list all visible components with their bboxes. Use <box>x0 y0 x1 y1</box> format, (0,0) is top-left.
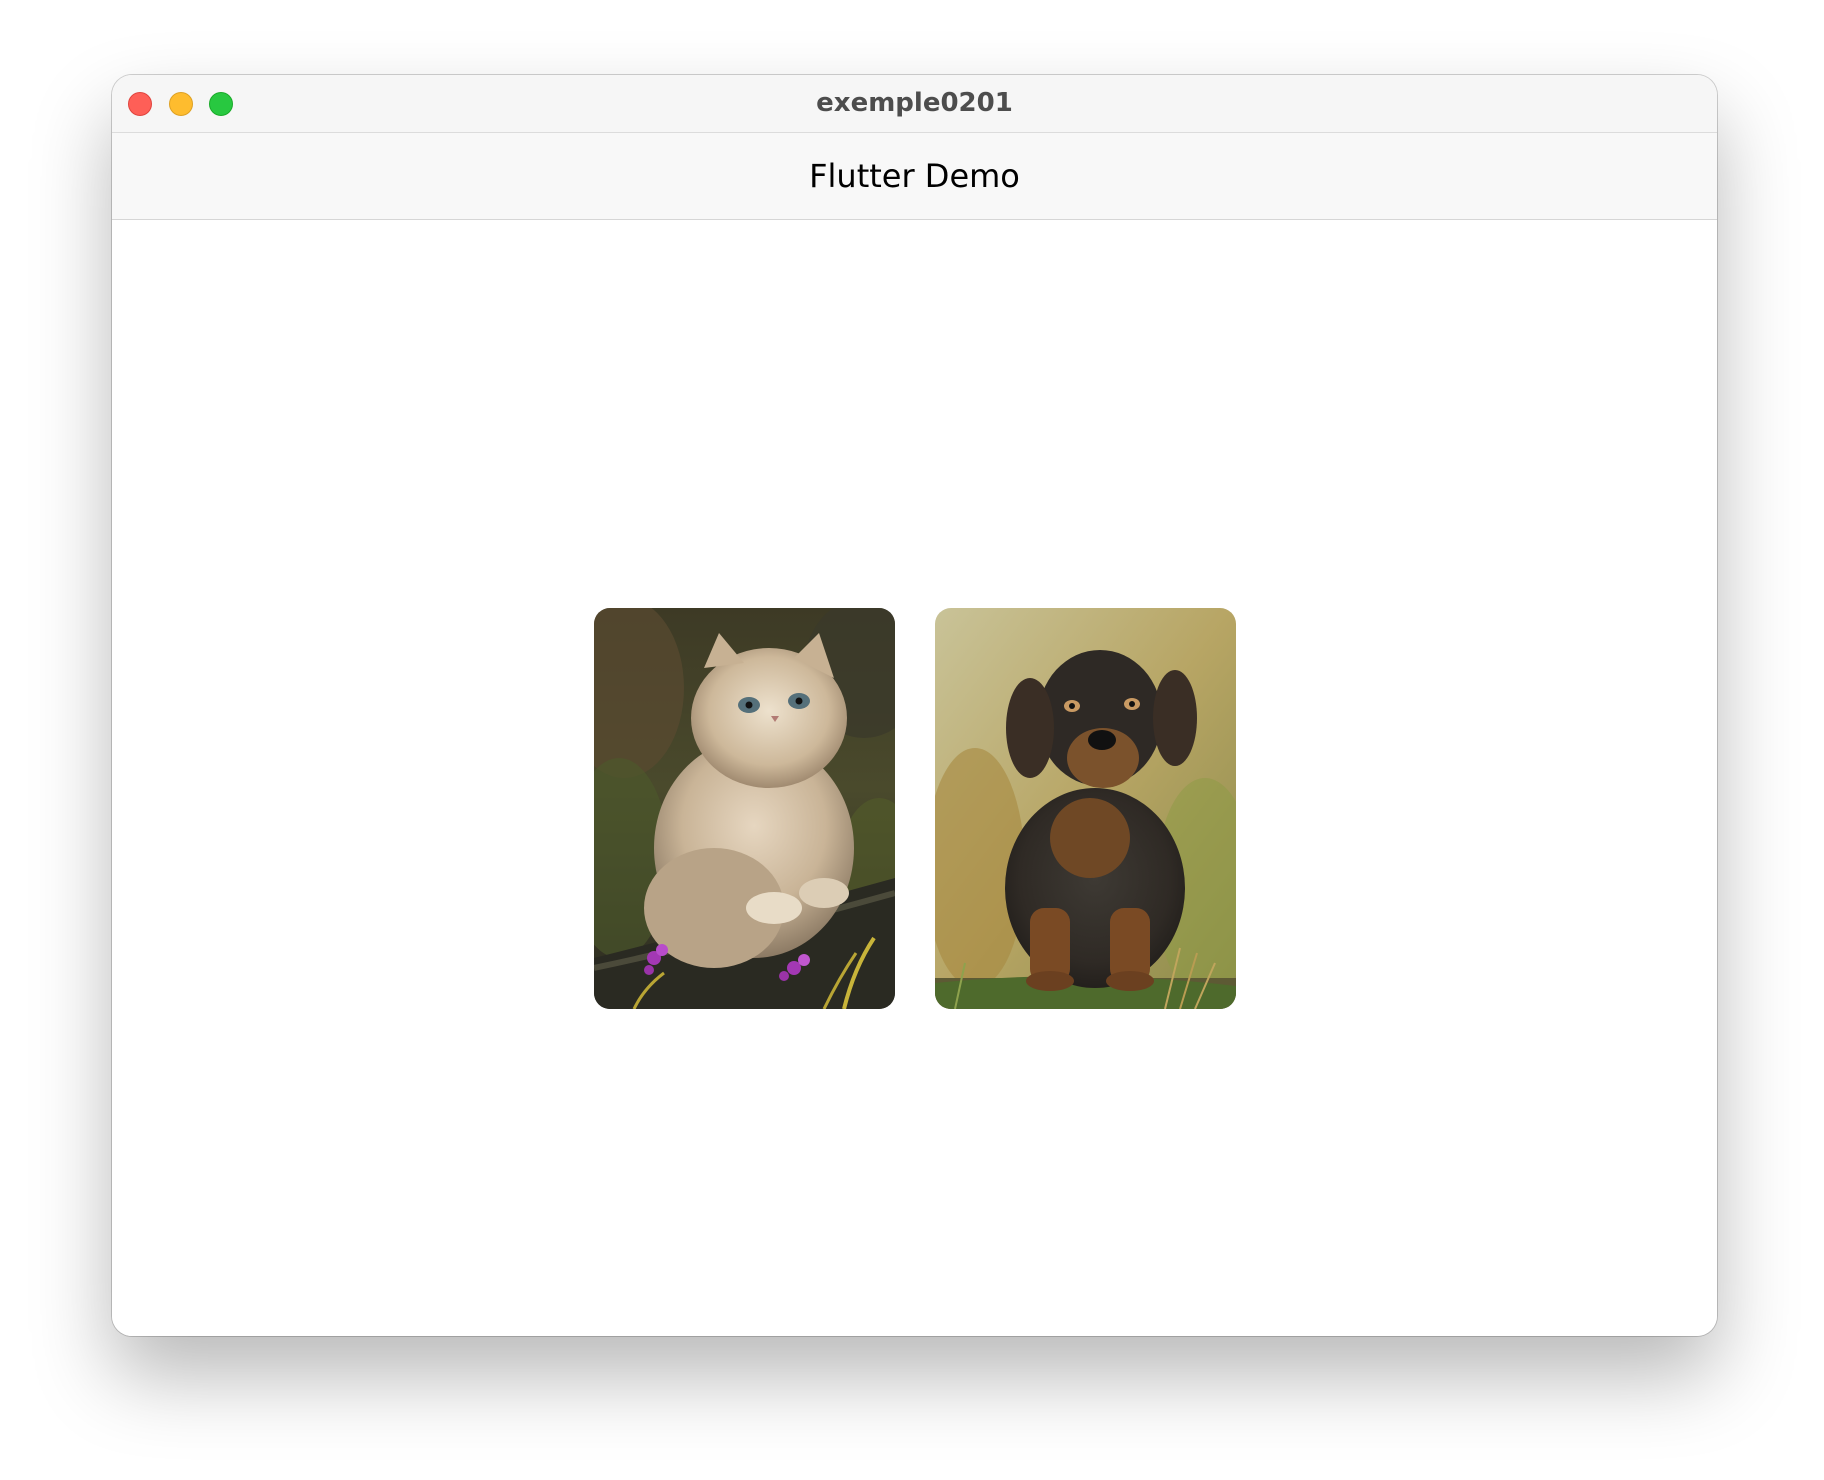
window-title: exemple0201 <box>816 88 1013 118</box>
app-bar: Flutter Demo <box>112 133 1717 220</box>
main-content <box>112 220 1717 1336</box>
app-window: exemple0201 Flutter Demo <box>112 75 1717 1336</box>
app-bar-title: Flutter Demo <box>809 157 1020 195</box>
cat-image <box>594 608 895 1009</box>
dog-image <box>935 608 1236 1009</box>
title-bar[interactable]: exemple0201 <box>112 75 1717 133</box>
